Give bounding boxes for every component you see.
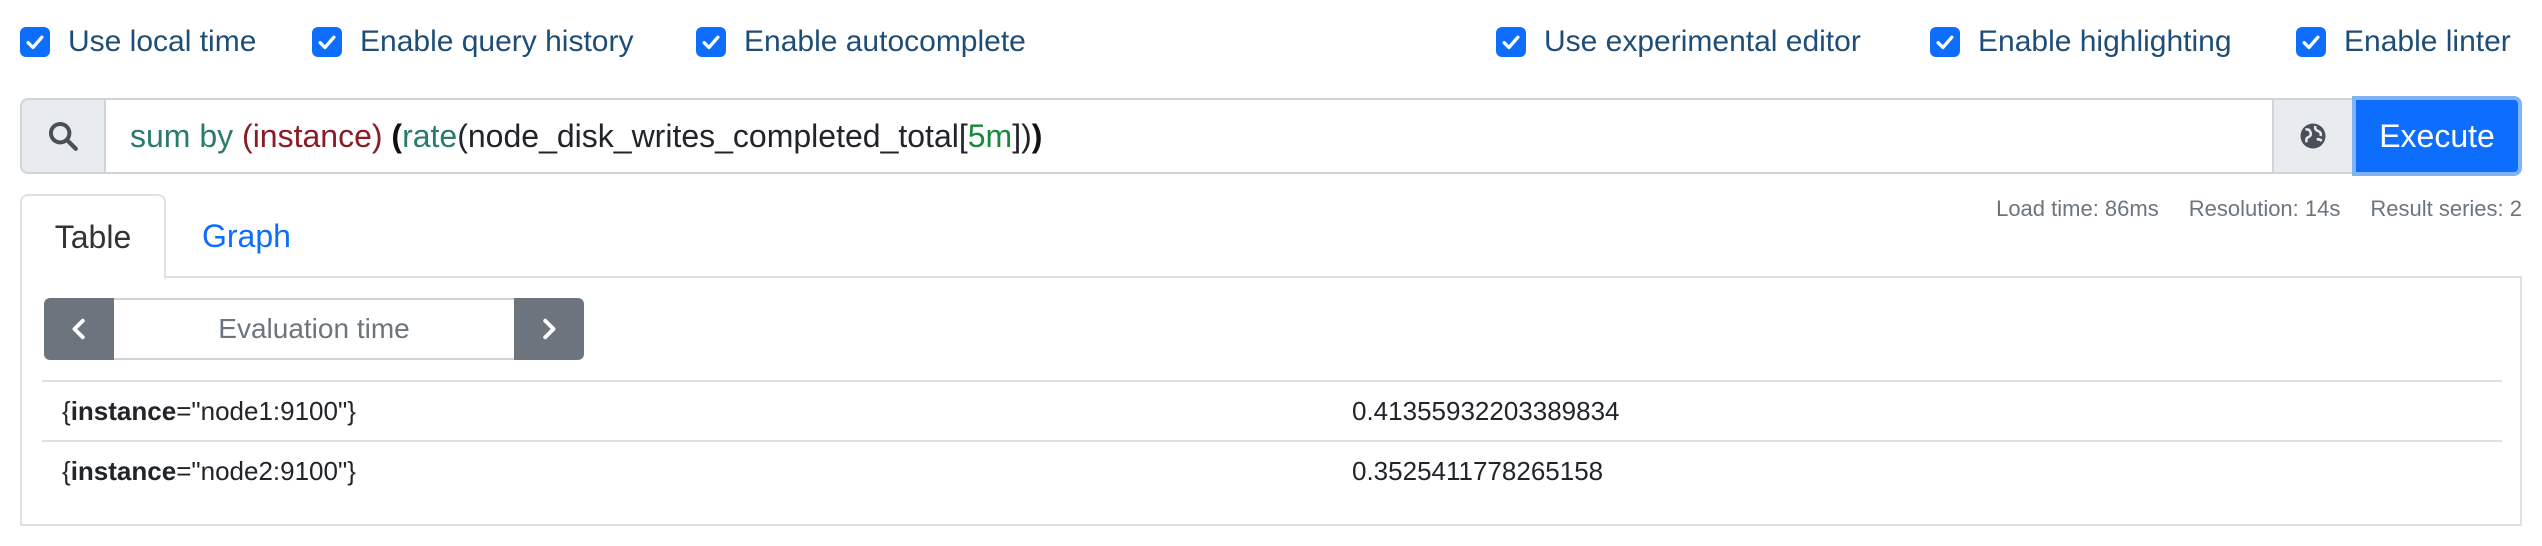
table-row: {instance="node2:9100"} 0.35254117782651… [42,440,2502,500]
metrics-explorer-button[interactable] [2274,98,2352,174]
evaluation-time-control: Evaluation time [44,298,584,360]
query-token-paren-bold: ( [391,117,403,154]
query-token-function: rate [402,117,458,154]
enable-highlighting-option[interactable]: Enable highlighting [1930,24,2232,60]
brace-close: "} [337,395,356,426]
query-token-paren: ( [457,117,468,154]
series-value: 0.3525411778265158 [1352,455,1604,486]
chevron-right-icon [543,318,556,340]
enable-linter-label: Enable linter [2344,25,2511,58]
tab-table[interactable]: Table [20,194,166,280]
query-token-paren-bold: ) [1031,117,1043,154]
brace-open: { [62,395,71,426]
use-experimental-editor-option[interactable]: Use experimental editor [1496,24,1861,60]
chevron-left-icon [72,318,85,340]
label-value: node1:9100 [200,395,338,426]
label-name: instance [70,455,177,486]
query-token-by: by [190,117,243,154]
query-token-bracket: [ [958,117,968,154]
enable-linter-option[interactable]: Enable linter [2296,24,2511,60]
check-icon [26,35,44,50]
result-tabs: Table Graph [20,194,2522,280]
search-icon [48,121,78,151]
query-token-label: instance [252,117,372,154]
query-token-duration: 5m [967,117,1013,154]
use-local-time-checkbox[interactable] [20,27,50,57]
use-experimental-editor-label: Use experimental editor [1544,25,1861,58]
series-value: 0.41355932203389834 [1352,395,1620,426]
query-options: Use local time Enable query history Enab… [0,0,2542,86]
query-token-bracket: ] [1012,117,1022,154]
enable-query-history-checkbox[interactable] [312,27,342,57]
enable-autocomplete-label: Enable autocomplete [744,25,1026,58]
check-icon [702,35,720,50]
use-experimental-editor-checkbox[interactable] [1496,27,1526,57]
label-value: node2:9100 [200,455,338,486]
label-equals: =" [176,455,201,486]
label-equals: =" [176,395,201,426]
query-bar: sum by (instance) (rate(node_disk_writes… [20,96,2522,176]
query-token-space [383,118,392,155]
tab-graph[interactable]: Graph [166,194,327,278]
query-token-paren: ( [242,117,253,154]
search-icon-box [20,98,104,174]
eval-time-prev-button[interactable] [44,298,114,360]
use-local-time-option[interactable]: Use local time [20,24,256,60]
use-local-time-label: Use local time [68,25,257,58]
check-icon [1936,35,1954,50]
check-icon [1502,35,1520,50]
series-labels: {instance="node1:9100"} [42,396,1352,427]
enable-autocomplete-checkbox[interactable] [696,27,726,57]
query-token-aggregator: sum [130,117,191,154]
label-name: instance [70,395,177,426]
table-row: {instance="node1:9100"} 0.41355932203389… [42,380,2502,440]
execute-button[interactable]: Execute [2352,96,2522,176]
enable-autocomplete-option[interactable]: Enable autocomplete [696,24,1026,60]
query-token-paren: ) [371,117,383,154]
eval-time-next-button[interactable] [514,298,584,360]
query-token-metric: node_disk_writes_completed_total [467,117,959,154]
results-table: {instance="node1:9100"} 0.41355932203389… [42,380,2502,500]
enable-query-history-label: Enable query history [360,25,634,58]
check-icon [318,35,336,50]
series-labels: {instance="node2:9100"} [42,456,1352,487]
query-token-paren: ) [1021,117,1032,154]
globe-icon [2300,123,2326,149]
brace-open: { [62,455,71,486]
table-panel: Evaluation time {instance="node1:9100"} … [20,276,2522,526]
enable-highlighting-label: Enable highlighting [1978,25,2232,58]
check-icon [2302,35,2320,50]
brace-close: "} [337,455,356,486]
enable-query-history-option[interactable]: Enable query history [312,24,634,60]
enable-linter-checkbox[interactable] [2296,27,2326,57]
enable-highlighting-checkbox[interactable] [1930,27,1960,57]
evaluation-time-input[interactable]: Evaluation time [114,298,514,360]
expression-input[interactable]: sum by (instance) (rate(node_disk_writes… [104,98,2274,174]
